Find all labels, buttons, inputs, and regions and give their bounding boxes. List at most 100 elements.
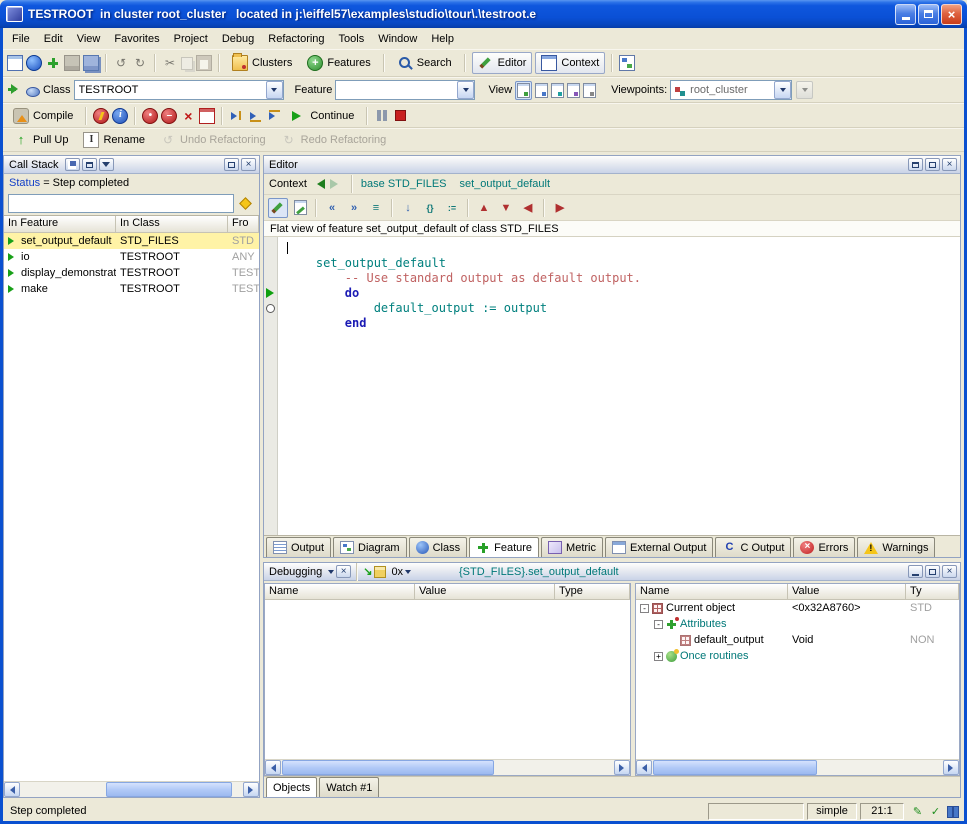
close-panel-icon[interactable]: × <box>336 565 351 578</box>
hex-toggle-button[interactable]: 0x <box>388 565 414 579</box>
view-flat-icon[interactable] <box>551 83 564 98</box>
menu-item-debug[interactable]: Debug <box>215 30 261 48</box>
menu-item-tools[interactable]: Tools <box>332 30 372 48</box>
save-all-icon[interactable] <box>83 55 99 71</box>
save-call-stack-icon[interactable] <box>65 158 80 171</box>
scrollbar-track[interactable] <box>652 760 943 775</box>
column-type[interactable]: Ty <box>906 584 959 599</box>
maximize-panel-icon[interactable] <box>925 565 940 578</box>
column-name[interactable]: Name <box>265 584 415 599</box>
callees-button[interactable]: ▶ <box>550 198 570 218</box>
previous-feature-button[interactable]: « <box>322 198 342 218</box>
disable-breakpoints-icon[interactable] <box>161 108 177 124</box>
pause-icon[interactable] <box>374 108 390 124</box>
scroll-left-button[interactable] <box>265 760 281 775</box>
watch-rows[interactable] <box>265 600 630 759</box>
stop-icon[interactable] <box>395 110 406 121</box>
save-icon[interactable] <box>64 55 80 71</box>
remove-breakpoints-icon[interactable] <box>180 108 196 124</box>
breadcrumb-feature[interactable]: set_output_default <box>460 178 551 190</box>
tab-errors[interactable]: Errors <box>793 537 855 557</box>
float-panel-icon[interactable] <box>908 158 923 171</box>
paste-icon[interactable] <box>196 55 212 71</box>
open-icon[interactable] <box>26 55 42 71</box>
features-button[interactable]: Features <box>301 52 376 74</box>
titlebar[interactable]: TESTROOT in cluster root_cluster located… <box>0 0 967 28</box>
exception-object-icon[interactable] <box>236 194 255 213</box>
scroll-left-button[interactable] <box>636 760 652 775</box>
breadcrumb-class[interactable]: base STD_FILES <box>361 178 447 190</box>
copy-icon[interactable] <box>181 57 193 70</box>
class-combobox[interactable]: TESTROOT <box>74 80 284 100</box>
scrollbar-track[interactable] <box>281 760 614 775</box>
scroll-left-button[interactable] <box>4 782 20 797</box>
call-stack-row[interactable]: display_demonstrat...TESTROOTTEST <box>4 265 259 281</box>
go-to-feature-button[interactable]: ↓ <box>398 198 418 218</box>
tab-diagram[interactable]: Diagram <box>333 537 407 557</box>
tab-output[interactable]: Output <box>266 537 331 557</box>
restore-button[interactable] <box>918 4 939 25</box>
feature-combo-dropdown[interactable] <box>457 81 474 99</box>
editor-gutter[interactable] <box>264 237 278 535</box>
search-button[interactable]: Search <box>391 52 458 74</box>
float-panel-icon[interactable] <box>82 158 97 171</box>
menu-item-refactoring[interactable]: Refactoring <box>261 30 331 48</box>
next-feature-button[interactable]: » <box>344 198 364 218</box>
minimize-button[interactable] <box>895 4 916 25</box>
tree-expander[interactable]: - <box>640 604 649 613</box>
exception-trace-icon[interactable] <box>93 108 109 124</box>
clusters-button[interactable]: Clusters <box>226 52 298 74</box>
history-back-icon[interactable] <box>312 179 325 189</box>
objects-hscrollbar[interactable] <box>636 759 959 775</box>
maximize-panel-icon[interactable] <box>224 158 239 171</box>
debug-object-rows[interactable]: -Current object<0x32A8760>STD-Attributes… <box>636 600 959 759</box>
view-interface-icon[interactable] <box>583 83 596 98</box>
scrollbar-thumb[interactable] <box>282 760 494 775</box>
scroll-right-button[interactable] <box>614 760 630 775</box>
menu-item-file[interactable]: File <box>5 30 37 48</box>
tab-external-output[interactable]: External Output <box>605 537 713 557</box>
breakpoint-slot-icon[interactable] <box>266 304 275 313</box>
cut-icon[interactable]: ✂ <box>162 55 178 71</box>
close-panel-icon[interactable]: × <box>942 158 957 171</box>
view-clickable-icon[interactable] <box>535 83 548 98</box>
menu-item-window[interactable]: Window <box>371 30 424 48</box>
debugging-menu-icon[interactable] <box>328 570 334 577</box>
call-stack-row[interactable]: ioTESTROOTANY <box>4 249 259 265</box>
column-type[interactable]: Type <box>555 584 630 599</box>
breakpoints-tool-icon[interactable] <box>199 108 215 124</box>
editor-toggle-button[interactable]: Editor <box>472 52 533 74</box>
step-out-icon[interactable] <box>267 108 283 124</box>
toggle-alias-button[interactable]: {} <box>420 198 440 218</box>
sync-arrow-icon[interactable]: ↘ <box>363 565 372 578</box>
close-button[interactable]: × <box>941 4 962 25</box>
call-stack-header[interactable]: Call Stack × <box>4 156 259 174</box>
compile-button[interactable]: Compile <box>7 105 79 127</box>
column-in-class[interactable]: In Class <box>116 216 228 232</box>
tab-class[interactable]: Class <box>409 537 468 557</box>
feature-history-button[interactable]: ≡ <box>366 198 386 218</box>
tab-feature[interactable]: Feature <box>469 537 539 557</box>
toggle-assigner-button[interactable]: := <box>442 198 462 218</box>
scrollbar-track[interactable] <box>20 782 243 797</box>
watch-hscrollbar[interactable] <box>265 759 630 775</box>
stack-depth-input[interactable] <box>8 194 234 213</box>
tab-metric[interactable]: Metric <box>541 537 603 557</box>
menu-item-favorites[interactable]: Favorites <box>107 30 166 48</box>
viewpoints-combobox[interactable]: root_cluster <box>670 80 792 100</box>
exception-note-icon[interactable] <box>374 566 386 578</box>
redo-icon[interactable]: ↻ <box>132 55 148 71</box>
external-editor-button[interactable] <box>290 198 310 218</box>
split-view-icon[interactable] <box>946 805 958 817</box>
edit-feature-button[interactable] <box>268 198 288 218</box>
tab-watch-1[interactable]: Watch #1 <box>319 777 379 797</box>
menu-item-view[interactable]: View <box>70 30 108 48</box>
column-in-feature[interactable]: In Feature <box>4 216 116 232</box>
column-value[interactable]: Value <box>788 584 906 599</box>
history-forward-icon[interactable] <box>330 179 343 189</box>
undo-icon[interactable]: ↺ <box>113 55 129 71</box>
call-stack-row[interactable]: set_output_defaultSTD_FILESSTD <box>4 233 259 249</box>
continue-button[interactable]: Continue <box>286 107 360 125</box>
debugging-header[interactable]: Debugging × ↘ 0x {STD_FILES}.set_output_… <box>264 563 960 581</box>
maximize-panel-icon[interactable] <box>925 158 940 171</box>
